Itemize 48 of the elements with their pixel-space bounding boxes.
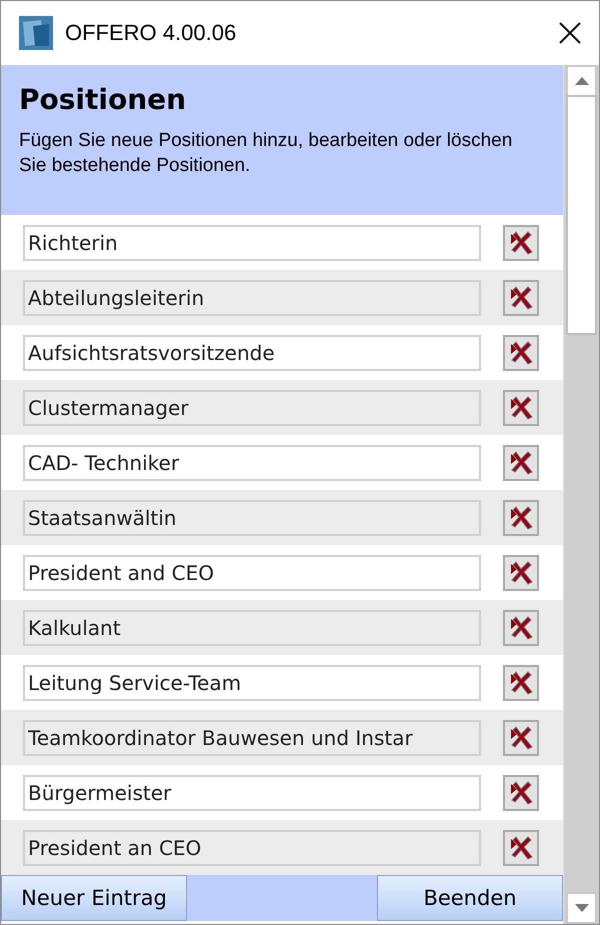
scroll-up-button[interactable] [566, 65, 597, 97]
app-icon [19, 16, 53, 50]
delete-icon [508, 230, 534, 256]
delete-button[interactable] [503, 664, 539, 700]
section-title: Positionen [19, 83, 188, 116]
close-icon [559, 22, 581, 44]
position-field[interactable]: Leitung Service-Team [23, 664, 481, 700]
delete-button[interactable] [503, 224, 539, 260]
position-field[interactable]: Bürgermeister [23, 774, 481, 810]
delete-icon [508, 614, 534, 640]
delete-icon [508, 504, 534, 530]
delete-button[interactable] [503, 830, 539, 866]
delete-icon [508, 450, 534, 476]
section-description: Fügen Sie neue Positionen hinzu, bearbeiten oder löschen Sie bestehende Positionen. [19, 129, 514, 178]
position-field[interactable]: Clustermanager [23, 390, 481, 426]
delete-button[interactable] [503, 554, 539, 590]
position-field[interactable]: Richterin [23, 224, 481, 260]
scroll-thumb[interactable] [566, 95, 597, 335]
delete-icon [508, 560, 534, 586]
exit-button[interactable]: Beenden [377, 875, 563, 921]
delete-icon [508, 670, 534, 696]
position-field[interactable]: President an CEO [23, 830, 481, 866]
down-arrow-icon [574, 904, 588, 912]
position-field[interactable]: Aufsichtsratsvorsitzende [23, 334, 481, 370]
delete-icon [508, 834, 534, 860]
new-entry-button[interactable]: Neuer Eintrag [1, 875, 187, 921]
delete-button[interactable] [503, 280, 539, 316]
position-field[interactable]: Staatsanwältin [23, 500, 481, 536]
up-arrow-icon [574, 77, 588, 85]
delete-icon [508, 340, 534, 366]
position-field[interactable]: CAD- Techniker [23, 444, 481, 480]
position-field[interactable]: Abteilungsleiterin [23, 280, 481, 316]
delete-icon [508, 394, 534, 420]
delete-button[interactable] [503, 390, 539, 426]
delete-button[interactable] [503, 610, 539, 646]
delete-button[interactable] [503, 444, 539, 480]
delete-button[interactable] [503, 774, 539, 810]
delete-icon [508, 284, 534, 310]
window-title: OFFERO 4.00.06 [65, 20, 238, 46]
delete-button[interactable] [503, 500, 539, 536]
position-field[interactable]: Teamkoordinator Bauwesen und Instar [23, 720, 481, 756]
scroll-down-button[interactable] [566, 892, 597, 924]
delete-button[interactable] [503, 334, 539, 370]
position-field[interactable]: Kalkulant [23, 610, 481, 646]
delete-button[interactable] [503, 720, 539, 756]
delete-icon [508, 780, 534, 806]
position-field[interactable]: President and CEO [23, 554, 481, 590]
delete-icon [508, 724, 534, 750]
